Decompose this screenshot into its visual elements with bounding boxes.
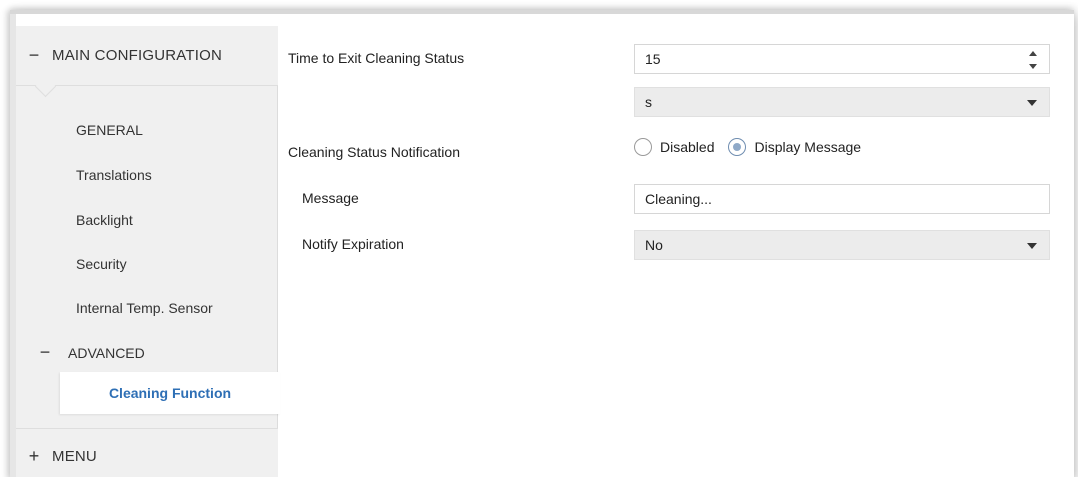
- group-menu[interactable]: + MENU: [16, 428, 278, 477]
- radio-disabled[interactable]: [634, 138, 652, 156]
- cleaning-notification-radio-group: Disabled Display Message: [634, 138, 875, 156]
- expand-icon: +: [28, 445, 40, 466]
- group-label: ADVANCED: [68, 344, 145, 361]
- message-input[interactable]: Cleaning...: [634, 184, 1050, 214]
- radio-label: Display Message: [754, 139, 862, 155]
- time-to-exit-value: 15: [645, 51, 661, 67]
- chevron-down-icon: [1027, 243, 1037, 249]
- message-value: Cleaning...: [645, 191, 712, 207]
- group-advanced[interactable]: − ADVANCED: [30, 342, 145, 363]
- sidebar-item-backlight[interactable]: Backlight: [76, 212, 133, 228]
- time-to-exit-label: Time to Exit Cleaning Status: [288, 50, 465, 66]
- radio-option-display-message[interactable]: Display Message: [728, 138, 861, 156]
- radio-option-disabled[interactable]: Disabled: [634, 138, 714, 156]
- group-label: MENU: [52, 447, 97, 465]
- sidebar-item-general[interactable]: GENERAL: [76, 122, 143, 138]
- sidebar: − MAIN CONFIGURATION GENERAL Translation…: [10, 14, 280, 477]
- radio-display-message[interactable]: [728, 138, 747, 156]
- radio-label: Disabled: [660, 139, 715, 155]
- time-unit-value: s: [645, 94, 652, 110]
- cleaning-notification-label: Cleaning Status Notification: [288, 144, 460, 160]
- notify-expiration-select[interactable]: No: [634, 230, 1050, 260]
- chevron-down-icon: [1027, 100, 1037, 106]
- notify-expiration-value: No: [645, 237, 663, 253]
- collapse-icon: −: [39, 342, 51, 362]
- time-to-exit-input[interactable]: 15: [634, 44, 1050, 74]
- sidebar-item-security[interactable]: Security: [76, 256, 127, 272]
- sidebar-item-internal-temp-sensor[interactable]: Internal Temp. Sensor: [76, 300, 213, 316]
- spinner-icon[interactable]: [1029, 51, 1039, 69]
- sidebar-item-cleaning-function[interactable]: Cleaning Function: [60, 372, 280, 414]
- sidebar-item-translations[interactable]: Translations: [76, 167, 152, 183]
- time-unit-select[interactable]: s: [634, 87, 1050, 117]
- sidebar-item-label: Cleaning Function: [108, 385, 232, 401]
- group-main-configuration[interactable]: − MAIN CONFIGURATION: [16, 26, 278, 86]
- collapse-icon: −: [28, 45, 40, 65]
- notify-expiration-label: Notify Expiration: [302, 236, 404, 252]
- message-label: Message: [302, 190, 359, 206]
- properties-window: − MAIN CONFIGURATION GENERAL Translation…: [10, 10, 1074, 477]
- group-label: MAIN CONFIGURATION: [52, 47, 222, 64]
